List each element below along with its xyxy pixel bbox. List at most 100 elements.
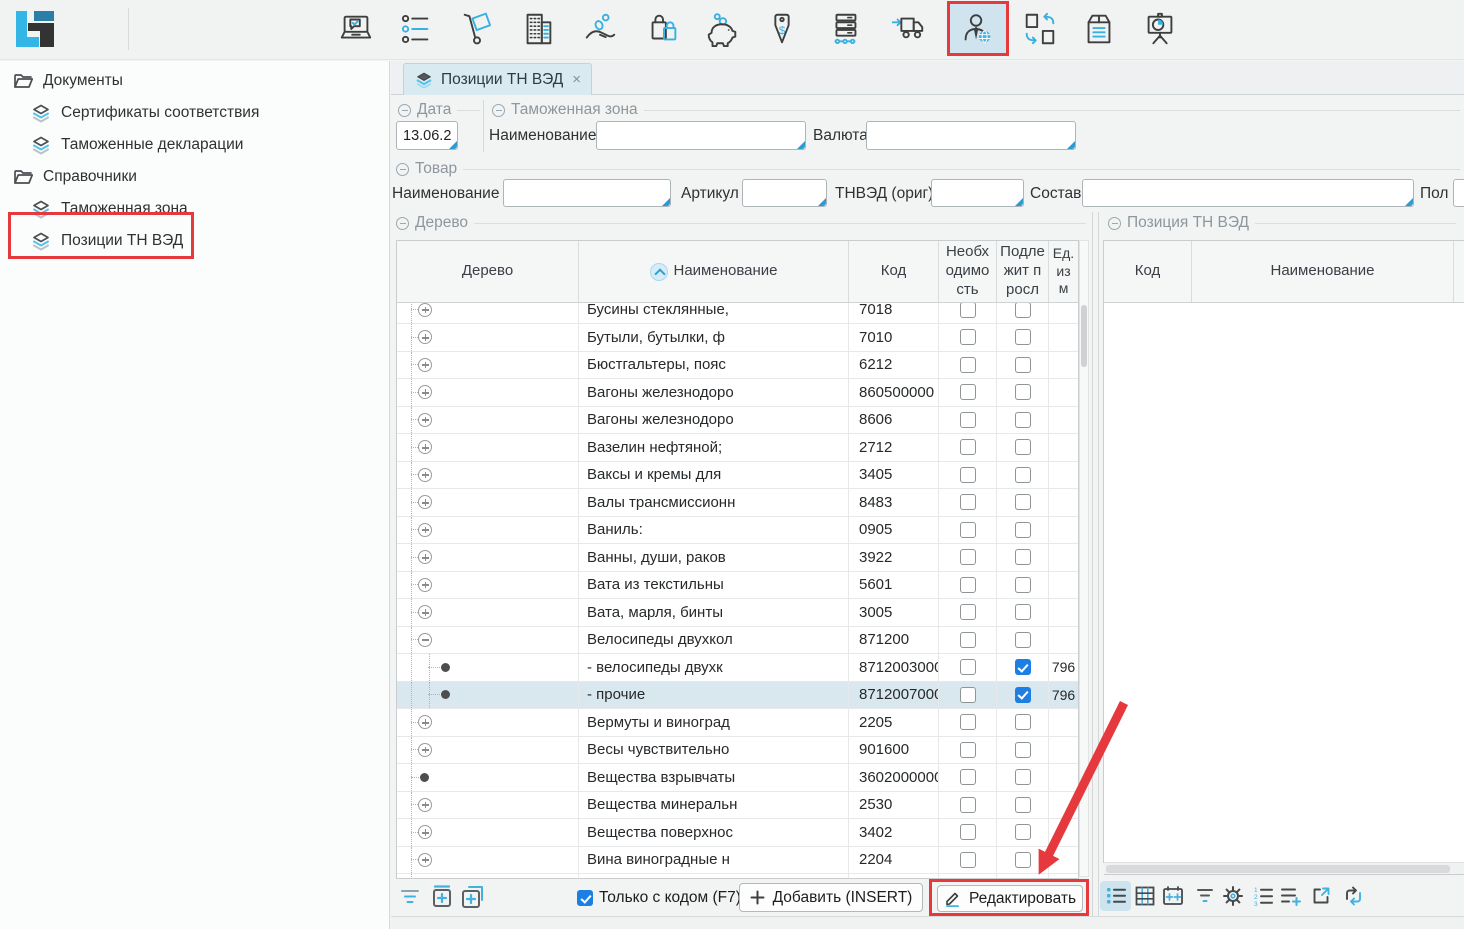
add-box-icon[interactable] <box>430 884 454 910</box>
tracking-checkbox[interactable] <box>1015 769 1031 785</box>
tracking-checkbox[interactable] <box>1015 303 1031 318</box>
necessity-checkbox[interactable] <box>960 852 976 868</box>
expand-icon[interactable] <box>418 330 432 344</box>
sidebar-item-active[interactable]: Позиции ТН ВЭД <box>0 225 389 257</box>
expand-icon[interactable] <box>418 798 432 812</box>
tree-row-selected[interactable]: - прочие8712007000796 <box>397 682 1078 710</box>
settings-gear-icon[interactable] <box>1222 885 1244 907</box>
tree-row[interactable]: Вата из текстильны5601 <box>397 572 1078 600</box>
necessity-checkbox[interactable] <box>960 824 976 840</box>
column-header-name[interactable]: Наименование <box>579 241 849 302</box>
tracking-checkbox[interactable] <box>1015 659 1031 675</box>
tracking-checkbox[interactable] <box>1015 632 1031 648</box>
tracking-checkbox[interactable] <box>1015 577 1031 593</box>
necessity-checkbox[interactable] <box>960 549 976 565</box>
tree-row[interactable]: Бусины стеклянные,7018 <box>397 303 1078 324</box>
tree-row[interactable]: Валы трансмиссионн8483 <box>397 489 1078 517</box>
tracking-checkbox[interactable] <box>1015 329 1031 345</box>
necessity-checkbox[interactable] <box>960 467 976 483</box>
expand-icon[interactable] <box>418 468 432 482</box>
sidebar-item[interactable]: Сертификаты соответствия <box>0 97 389 129</box>
expand-icon[interactable] <box>418 495 432 509</box>
laptop-check-icon[interactable] <box>336 9 376 49</box>
expand-icon[interactable] <box>418 743 432 757</box>
position-horizontal-scrollbar[interactable] <box>1104 862 1464 875</box>
tab-close-icon[interactable]: × <box>572 71 581 88</box>
expand-icon[interactable] <box>418 825 432 839</box>
tracking-checkbox[interactable] <box>1015 824 1031 840</box>
necessity-checkbox[interactable] <box>960 714 976 730</box>
collapse-group-icon[interactable] <box>1108 217 1121 230</box>
expand-icon[interactable] <box>418 413 432 427</box>
shopping-bags-icon[interactable] <box>643 9 683 49</box>
list-add-icon[interactable] <box>1280 886 1302 906</box>
column-header-code[interactable]: Код <box>849 241 939 302</box>
expand-icon[interactable] <box>418 523 432 537</box>
delivery-truck-icon[interactable] <box>888 9 928 49</box>
column-header-pos-name[interactable]: Наименование <box>1192 241 1454 302</box>
hand-coins-icon[interactable] <box>580 9 620 49</box>
tree-row[interactable]: Вещества поверхнос3402 <box>397 819 1078 847</box>
checklist-icon[interactable] <box>396 9 436 49</box>
building-icon[interactable] <box>518 9 558 49</box>
tracking-checkbox[interactable] <box>1015 549 1031 565</box>
sync-squares-icon[interactable] <box>1020 9 1060 49</box>
necessity-checkbox[interactable] <box>960 604 976 620</box>
necessity-checkbox[interactable] <box>960 439 976 455</box>
tree-row[interactable]: Вагоны железнодоро8606 <box>397 407 1078 435</box>
tree-row[interactable]: Велосипеды двухкол871200 <box>397 627 1078 655</box>
article-input[interactable] <box>742 179 827 207</box>
server-stack-icon[interactable] <box>825 9 865 49</box>
price-tag-icon[interactable]: $ <box>762 9 802 49</box>
necessity-checkbox[interactable] <box>960 412 976 428</box>
tree-row[interactable]: Бюстгальтеры, пояс6212 <box>397 352 1078 380</box>
expand-icon[interactable] <box>418 440 432 454</box>
person-globe-icon[interactable] <box>957 9 997 49</box>
necessity-checkbox[interactable] <box>960 384 976 400</box>
presentation-chart-icon[interactable] <box>1140 9 1180 49</box>
sidebar-item[interactable]: Справочники <box>0 161 389 193</box>
scrollbar-thumb[interactable] <box>1081 305 1087 367</box>
list-view-icon[interactable] <box>1106 886 1127 906</box>
column-add-icon[interactable] <box>1162 886 1184 906</box>
necessity-checkbox[interactable] <box>960 687 976 703</box>
zone-name-input[interactable] <box>596 121 806 150</box>
necessity-checkbox[interactable] <box>960 797 976 813</box>
necessity-checkbox[interactable] <box>960 632 976 648</box>
collapse-icon[interactable] <box>418 633 432 647</box>
tracking-checkbox[interactable] <box>1015 852 1031 868</box>
necessity-checkbox[interactable] <box>960 494 976 510</box>
expand-icon[interactable] <box>418 853 432 867</box>
necessity-checkbox[interactable] <box>960 303 976 318</box>
tree-row[interactable]: Вазелин нефтяной;2712 <box>397 434 1078 462</box>
tree-row[interactable]: Ваниль:0905 <box>397 517 1078 545</box>
tracking-checkbox[interactable] <box>1015 357 1031 373</box>
floor-input[interactable] <box>1453 179 1464 207</box>
sidebar-item[interactable]: Документы <box>0 65 389 97</box>
tracking-checkbox[interactable] <box>1015 467 1031 483</box>
column-header-tracking[interactable]: Подлежит просл <box>997 241 1049 302</box>
tracking-checkbox[interactable] <box>1015 604 1031 620</box>
collapse-group-icon[interactable] <box>398 104 411 117</box>
tracking-checkbox[interactable] <box>1015 412 1031 428</box>
necessity-checkbox[interactable] <box>960 742 976 758</box>
tracking-checkbox[interactable] <box>1015 439 1031 455</box>
tree-row[interactable]: Вата, марля, бинты3005 <box>397 599 1078 627</box>
column-header-necessity[interactable]: Необходимость <box>939 241 997 302</box>
collapse-group-icon[interactable] <box>396 163 409 176</box>
tracking-checkbox[interactable] <box>1015 494 1031 510</box>
tree-row[interactable]: Ванны, души, раков3922 <box>397 544 1078 572</box>
tree-row[interactable]: Вещества минеральн2530 <box>397 792 1078 820</box>
tree-row[interactable]: Вермуты и виноград2205 <box>397 709 1078 737</box>
date-input[interactable] <box>396 121 458 150</box>
open-external-icon[interactable] <box>1311 886 1331 906</box>
repeat-icon[interactable] <box>1343 886 1364 906</box>
expand-icon[interactable] <box>418 550 432 564</box>
sidebar-item[interactable]: Таможенные декларации <box>0 129 389 161</box>
composition-input[interactable] <box>1082 179 1414 207</box>
necessity-checkbox[interactable] <box>960 357 976 373</box>
tree-row[interactable]: Вина виноградные н2204 <box>397 847 1078 875</box>
scrollbar-thumb[interactable] <box>1106 865 1450 873</box>
tracking-checkbox[interactable] <box>1015 687 1031 703</box>
necessity-checkbox[interactable] <box>960 522 976 538</box>
